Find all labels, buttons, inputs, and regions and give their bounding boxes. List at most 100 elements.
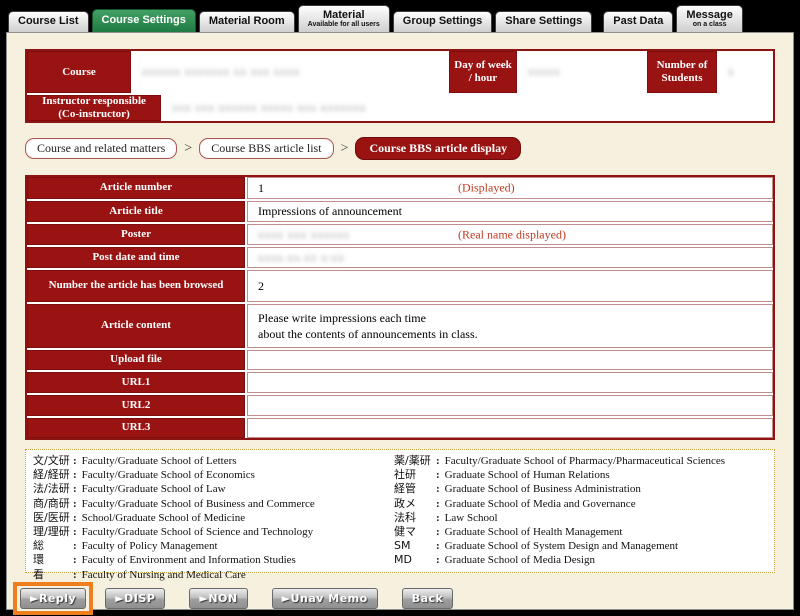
legend-item: 薬/薬研:Faculty/Graduate School of Pharmacy…	[394, 454, 725, 468]
row-value: 1 (Displayed)	[247, 177, 773, 199]
article-content-line: about the contents of announcements in c…	[258, 326, 772, 342]
table-row-post-date: Post date and time xxxx.xx.xx x:xx	[27, 247, 773, 268]
row-value	[247, 395, 773, 416]
redacted-date-value: xxxx.xx.xx x:xx	[258, 252, 345, 264]
reply-button[interactable]: ►Reply	[20, 588, 86, 609]
row-label: URL3	[27, 418, 245, 438]
legend-left-column: 文/文研:Faculty/Graduate School of Letters …	[33, 454, 315, 582]
course-header-row-2: Instructor responsible (Co-instructor) x…	[27, 95, 773, 121]
tab-sublabel: Available for all users	[308, 21, 380, 28]
course-label: Course	[27, 51, 131, 93]
redacted-instructor-value: xxx xxx xxxxxx xxxxx xxx xxxxxxx	[172, 102, 366, 114]
redacted-course-value: xxxxxx xxxxxxx xx xxx xxxx	[142, 66, 300, 78]
tab-past-data[interactable]: Past Data	[603, 11, 673, 32]
tab-share-settings[interactable]: Share Settings	[495, 11, 592, 32]
breadcrumb: Course and related matters > Course BBS …	[25, 137, 521, 160]
table-row-url2: URL2	[27, 395, 773, 416]
unav-memo-button[interactable]: ►Unav Memo	[272, 588, 378, 609]
table-row-upload-file: Upload file	[27, 350, 773, 370]
table-row-poster: Poster xxxx xxx xxxxxx (Real name display…	[27, 224, 773, 245]
course-header-row-1: Course xxxxxx xxxxxxx xx xxx xxxx Day of…	[27, 51, 773, 93]
tab-label: Message	[686, 10, 732, 22]
row-label: Poster	[27, 224, 245, 245]
day-of-week-label: Day of week / hour	[449, 51, 517, 93]
students-value-cell: x	[719, 51, 773, 93]
button-bar: ►Reply ►DISP ►NON ►Unav Memo Back	[13, 582, 453, 615]
students-label: Number of Students	[647, 51, 717, 93]
table-row-url1: URL1	[27, 372, 773, 393]
non-button[interactable]: ►NON	[189, 588, 247, 609]
row-value: Impressions of announcement	[247, 201, 773, 222]
redacted-students-value: x	[728, 66, 735, 78]
legend-item: 総:Faculty of Policy Management	[33, 539, 315, 553]
tab-label: Material	[323, 10, 365, 22]
row-label: URL2	[27, 395, 245, 416]
day-of-week-value-cell: xxxxx	[519, 51, 645, 93]
tab-material[interactable]: MaterialAvailable for all users	[298, 5, 390, 32]
legend-item: 医/医研:School/Graduate School of Medicine	[33, 511, 315, 525]
legend-item: 経/経研:Faculty/Graduate School of Economic…	[33, 468, 315, 482]
row-label: URL1	[27, 372, 245, 393]
legend-item: MD:Graduate School of Media Design	[394, 553, 725, 567]
article-number-value: 1	[258, 181, 264, 196]
breadcrumb-bbs-article-list[interactable]: Course BBS article list	[199, 138, 333, 159]
back-button[interactable]: Back	[402, 588, 454, 609]
instructor-value-cell: xxx xxx xxxxxx xxxxx xxx xxxxxxx	[163, 95, 773, 121]
breadcrumb-course-related[interactable]: Course and related matters	[25, 138, 177, 159]
table-row-article-content: Article content Please write impressions…	[27, 304, 773, 348]
legend-item: SM:Graduate School of System Design and …	[394, 539, 725, 553]
tab-label: Course List	[18, 16, 79, 28]
legend-item: 法/法研:Faculty/Graduate School of Law	[33, 482, 315, 496]
redacted-day-value: xxxxx	[528, 66, 561, 78]
article-table: Article number 1 (Displayed) Article titl…	[25, 175, 775, 440]
tab-course-list[interactable]: Course List	[8, 11, 89, 32]
row-value	[247, 372, 773, 393]
instructor-label: Instructor responsible (Co-instructor)	[27, 95, 161, 121]
browse-count-value: 2	[258, 279, 264, 294]
tab-label: Group Settings	[403, 16, 482, 28]
row-value	[247, 418, 773, 438]
redacted-poster-value: xxxx xxx xxxxxx	[258, 229, 350, 241]
legend-box: 文/文研:Faculty/Graduate School of Letters …	[25, 449, 775, 573]
row-label: Article number	[27, 177, 245, 199]
table-row-url3: URL3	[27, 418, 773, 438]
tab-label: Share Settings	[505, 16, 582, 28]
table-row-article-number: Article number 1 (Displayed)	[27, 177, 773, 199]
row-value: xxxx.xx.xx x:xx	[247, 247, 773, 268]
row-label: Upload file	[27, 350, 245, 370]
tab-bar: Course List Course Settings Material Roo…	[8, 0, 743, 32]
row-label: Post date and time	[27, 247, 245, 268]
article-content-line: Please write impressions each time	[258, 310, 772, 326]
row-value	[247, 350, 773, 370]
legend-item: 文/文研:Faculty/Graduate School of Letters	[33, 454, 315, 468]
tab-group-settings[interactable]: Group Settings	[393, 11, 492, 32]
legend-item: 理/理研:Faculty/Graduate School of Science …	[33, 525, 315, 539]
tab-label: Material Room	[209, 16, 285, 28]
table-row-browse-count: Number the article has been browsed 2	[27, 270, 773, 302]
disp-button[interactable]: ►DISP	[105, 588, 165, 609]
tab-message[interactable]: Messageon a class	[676, 5, 742, 32]
tab-material-room[interactable]: Material Room	[199, 11, 295, 32]
legend-item: 健マ:Graduate School of Health Management	[394, 525, 725, 539]
breadcrumb-separator: >	[184, 141, 192, 157]
tab-label: Course Settings	[102, 15, 186, 27]
legend-right-column: 薬/薬研:Faculty/Graduate School of Pharmacy…	[394, 454, 725, 568]
breadcrumb-bbs-article-display[interactable]: Course BBS article display	[355, 137, 521, 160]
course-value-cell: xxxxxx xxxxxxx xx xxx xxxx	[133, 51, 447, 93]
legend-item: 経管:Graduate School of Business Administr…	[394, 482, 725, 496]
real-name-note: (Real name displayed)	[458, 227, 566, 242]
article-title-value: Impressions of announcement	[258, 204, 402, 219]
row-value: Please write impressions each time about…	[247, 304, 773, 348]
row-label: Article title	[27, 201, 245, 222]
row-label: Article content	[27, 304, 245, 348]
legend-item: 看:Faculty of Nursing and Medical Care	[33, 568, 315, 582]
tab-course-settings[interactable]: Course Settings	[92, 9, 196, 32]
row-label: Number the article has been browsed	[27, 270, 245, 302]
row-value: xxxx xxx xxxxxx (Real name displayed)	[247, 224, 773, 245]
legend-item: 商/商研:Faculty/Graduate School of Business…	[33, 497, 315, 511]
row-value: 2	[247, 270, 773, 302]
displayed-note: (Displayed)	[458, 181, 515, 196]
tab-label: Past Data	[613, 16, 663, 28]
tab-sublabel: on a class	[693, 21, 727, 28]
legend-item: 社研:Graduate School of Human Relations	[394, 468, 725, 482]
